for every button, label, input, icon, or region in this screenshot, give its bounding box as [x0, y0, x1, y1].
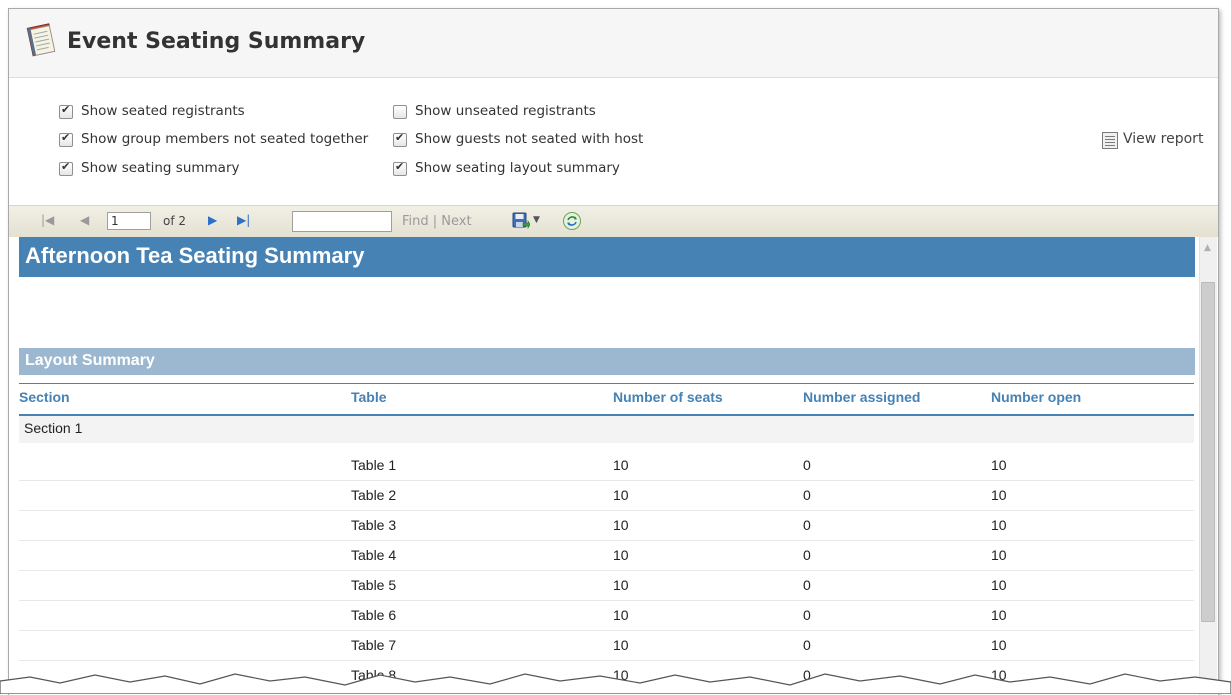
group-row: Section 1	[19, 416, 1194, 443]
table-row: Table 7 10 0 10	[19, 630, 1194, 661]
checkbox[interactable]	[59, 160, 73, 176]
cell-seats: 10	[613, 577, 629, 593]
option-label: Show unseated registrants	[415, 103, 596, 119]
cell-open: 10	[991, 607, 1007, 623]
report-title-banner: Afternoon Tea Seating Summary	[19, 237, 1195, 277]
first-page-icon[interactable]: |◀	[41, 213, 54, 227]
option-label: Show seating summary	[81, 160, 240, 176]
table-header: Section Table Number of seats Number ass…	[19, 383, 1194, 416]
cell-open: 10	[991, 547, 1007, 563]
cell-open: 10	[991, 517, 1007, 533]
find-input[interactable]	[292, 211, 392, 232]
cell-open: 10	[991, 577, 1007, 593]
previous-page-icon[interactable]: ◀	[80, 213, 89, 227]
report-toolbar: |◀ ◀ of 2 ▶ ▶| Find | Next ▼	[9, 205, 1218, 239]
view-report-label: View report	[1123, 131, 1204, 147]
table-row: Table 2 10 0 10	[19, 480, 1194, 511]
cell-table: Table 5	[351, 577, 397, 593]
cell-assigned: 0	[803, 517, 811, 533]
cell-open: 10	[991, 457, 1007, 473]
group-label: Section 1	[24, 420, 83, 436]
option-label: Show seating layout summary	[415, 160, 620, 176]
cell-table: Table 2	[351, 487, 397, 503]
column-header-number-open: Number open	[991, 389, 1082, 405]
torn-edge	[0, 673, 1231, 694]
cell-table: Table 6	[351, 607, 397, 623]
cell-table: Table 1	[351, 457, 397, 473]
cell-seats: 10	[613, 607, 629, 623]
checkbox[interactable]	[393, 160, 407, 176]
cell-assigned: 0	[803, 457, 811, 473]
checkbox[interactable]	[393, 131, 407, 147]
cell-seats: 10	[613, 547, 629, 563]
cell-seats: 10	[613, 457, 629, 473]
vertical-scrollbar[interactable]: ▲	[1199, 237, 1217, 695]
scroll-up-icon[interactable]: ▲	[1204, 243, 1211, 253]
page-number-input[interactable]	[107, 212, 151, 230]
column-header-number-of-seats: Number of seats	[613, 389, 723, 405]
cell-table: Table 4	[351, 547, 397, 563]
column-header-section: Section	[19, 389, 70, 405]
column-header-number-assigned: Number assigned	[803, 389, 921, 405]
cell-open: 10	[991, 487, 1007, 503]
checkbox[interactable]	[59, 131, 73, 147]
last-page-icon[interactable]: ▶|	[237, 213, 250, 227]
export-dropdown-icon[interactable]: ▼	[533, 215, 540, 225]
page-count-label: of 2	[163, 214, 187, 228]
export-icon[interactable]	[512, 212, 530, 230]
notebook-icon	[26, 23, 56, 57]
cell-table: Table 7	[351, 637, 397, 653]
title-bar: Event Seating Summary	[9, 9, 1218, 78]
report-window: Event Seating Summary Show seated regist…	[8, 8, 1219, 695]
scrollbar-thumb[interactable]	[1201, 282, 1215, 622]
cell-assigned: 0	[803, 577, 811, 593]
cell-assigned: 0	[803, 487, 811, 503]
cell-assigned: 0	[803, 637, 811, 653]
next-page-icon[interactable]: ▶	[208, 213, 217, 227]
table-row: Table 4 10 0 10	[19, 540, 1194, 571]
option-label: Show guests not seated with host	[415, 131, 644, 147]
cell-assigned: 0	[803, 607, 811, 623]
cell-open: 10	[991, 637, 1007, 653]
report-icon	[1102, 132, 1118, 149]
checkbox[interactable]	[59, 103, 73, 119]
checkbox[interactable]	[393, 105, 407, 119]
find-next-link[interactable]: Find | Next	[402, 214, 472, 229]
refresh-icon[interactable]	[562, 211, 582, 231]
option-label: Show group members not seated together	[81, 131, 369, 147]
option-label: Show seated registrants	[81, 103, 245, 119]
table-row: Table 6 10 0 10	[19, 600, 1194, 631]
report-title: Afternoon Tea Seating Summary	[25, 243, 365, 268]
table-row: Table 1 10 0 10	[19, 450, 1194, 481]
cell-seats: 10	[613, 487, 629, 503]
column-header-table: Table	[351, 389, 387, 405]
table-row: Table 3 10 0 10	[19, 510, 1194, 541]
section-title: Layout Summary	[25, 352, 155, 369]
cell-seats: 10	[613, 637, 629, 653]
page-title: Event Seating Summary	[67, 29, 366, 54]
cell-seats: 10	[613, 517, 629, 533]
cell-assigned: 0	[803, 547, 811, 563]
cell-table: Table 3	[351, 517, 397, 533]
table-row: Table 5 10 0 10	[19, 570, 1194, 601]
section-header: Layout Summary	[19, 348, 1195, 375]
report-viewer: Afternoon Tea Seating Summary Layout Sum…	[9, 237, 1218, 695]
